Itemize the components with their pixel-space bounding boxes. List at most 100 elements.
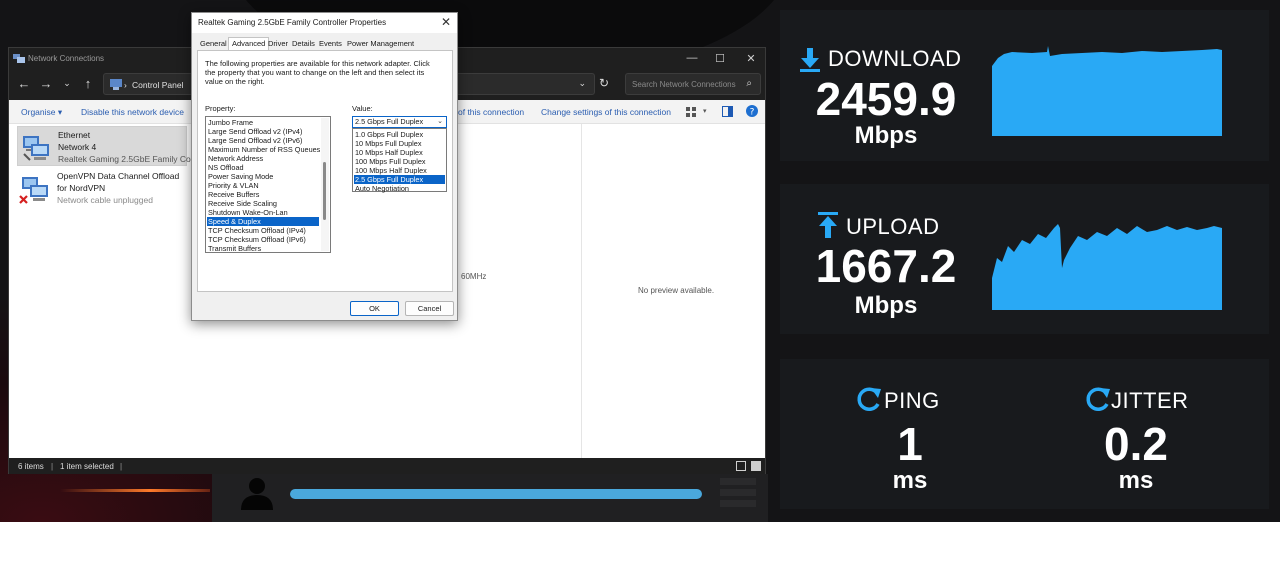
property-option[interactable]: Large Send Offload v2 (IPv6) [207, 136, 319, 145]
advanced-description: The following properties are available f… [205, 59, 430, 86]
value-option[interactable]: 10 Mbps Half Duplex [354, 148, 445, 157]
tab-advanced[interactable]: Advanced [228, 37, 270, 50]
selection-count: 1 item selected [60, 462, 114, 471]
property-label: Property: [205, 104, 236, 113]
search-input[interactable]: Search Network Connections ⌕ [625, 73, 761, 95]
organise-button[interactable]: Organise ▾ [21, 107, 62, 118]
dialog-title: Realtek Gaming 2.5GbE Family Controller … [198, 18, 387, 27]
value-label: Value: [352, 104, 373, 113]
breadcrumb-separator: › [124, 80, 127, 90]
property-option[interactable]: Maximum Number of RSS Queues [207, 145, 320, 154]
property-option[interactable]: Shutdown Wake-On-Lan [207, 208, 319, 217]
close-button[interactable]: ✕ [741, 52, 761, 65]
jitter-unit: ms [1118, 467, 1154, 494]
ping-unit: ms [892, 467, 928, 494]
status-mini-box [720, 478, 756, 485]
property-option[interactable]: Network Address [207, 154, 319, 163]
breadcrumb-control-panel[interactable]: Control Panel [132, 80, 184, 90]
jitter-refresh-icon [1086, 387, 1110, 411]
download-arrow-icon [800, 48, 820, 72]
connection-network: Network 4 [58, 142, 97, 152]
jitter-label: JITTER [1111, 388, 1189, 413]
tab-details[interactable]: Details [292, 39, 315, 48]
refresh-icon[interactable]: ↻ [599, 76, 609, 90]
vpn-adapter-icon [19, 177, 48, 204]
adapter-properties-dialog: Realtek Gaming 2.5GbE Family Controller … [191, 12, 458, 321]
property-option[interactable]: TCP Checksum Offload (IPv6) [207, 235, 319, 244]
ok-button[interactable]: OK [350, 301, 399, 316]
svg-text:?: ? [750, 108, 755, 118]
value-option-highlighted[interactable]: 2.5 Gbps Full Duplex [354, 175, 445, 184]
property-option[interactable]: Large Send Offload v2 (IPv4) [207, 127, 319, 136]
tab-driver[interactable]: Driver [268, 39, 288, 48]
value-option[interactable]: 100 Mbps Full Duplex [354, 157, 445, 166]
download-label: DOWNLOAD [828, 46, 962, 71]
value-dropdown-selected: 2.5 Gbps Full Duplex [355, 117, 424, 126]
ping-refresh-icon [857, 387, 881, 411]
upload-label: UPLOAD [846, 214, 940, 239]
back-arrow-icon[interactable]: ← [15, 76, 33, 91]
maximize-button[interactable]: ☐ [710, 52, 730, 65]
property-option[interactable]: Receive Buffers [207, 190, 319, 199]
property-option[interactable]: NS Offload [207, 163, 319, 172]
dialog-close-icon[interactable]: ✕ [441, 15, 451, 29]
connection-name: Ethernet [58, 130, 91, 140]
property-option[interactable]: Power Saving Mode [207, 172, 319, 181]
value-dropdown[interactable]: 2.5 Gbps Full Duplex ⌄ [352, 116, 447, 128]
download-unit: Mbps [854, 122, 918, 149]
connection-name: OpenVPN Data Channel Offload [57, 171, 180, 181]
chevron-down-icon: ⌄ [437, 118, 443, 125]
upload-unit: Mbps [854, 292, 918, 319]
property-option[interactable]: TCP Checksum Offload (IPv4) [207, 226, 319, 235]
status-divider: | [120, 462, 123, 471]
list-item-openvpn[interactable]: OpenVPN Data Channel Offload for NordVPN… [17, 168, 187, 208]
property-option[interactable]: Receive Side Scaling [207, 199, 319, 208]
dialog-tabs: General Advanced Driver Details Events P… [197, 37, 452, 50]
help-icon[interactable]: ? [746, 105, 758, 117]
value-option[interactable]: 1.0 Gbps Full Duplex [354, 130, 445, 139]
download-value: 2459.9 [815, 73, 957, 125]
property-scrollbar-thumb[interactable] [323, 162, 326, 220]
test-progress-fill [290, 489, 702, 499]
connection-status-button[interactable]: of this connection [458, 107, 524, 117]
explorer-status-bar: 6 items | 1 item selected | [9, 458, 765, 474]
download-card: DOWNLOAD 2459.9 Mbps [780, 10, 1269, 161]
cancel-button[interactable]: Cancel [405, 301, 454, 316]
tab-power-management[interactable]: Power Management [347, 39, 414, 48]
test-progress-bar [290, 489, 702, 499]
tab-general[interactable]: General [200, 39, 227, 48]
property-listbox[interactable]: Jumbo Frame Large Send Offload v2 (IPv4)… [205, 116, 331, 253]
large-icons-view-icon[interactable] [751, 461, 761, 471]
disable-device-button[interactable]: Disable this network device [81, 107, 184, 117]
property-option[interactable]: Jumbo Frame [207, 118, 319, 127]
dialog-titlebar[interactable]: Realtek Gaming 2.5GbE Family Controller … [192, 13, 457, 33]
list-item-ethernet[interactable]: Ethernet Network 4 Realtek Gaming 2.5GbE… [17, 126, 198, 166]
partial-detail-text: 60MHz [461, 272, 487, 281]
recent-chevron-icon[interactable]: ⌄ [58, 78, 76, 89]
ping-value: 1 [897, 418, 923, 470]
value-option[interactable]: 10 Mbps Full Duplex [354, 139, 445, 148]
search-placeholder: Search Network Connections [632, 80, 736, 89]
value-option[interactable]: 100 Mbps Half Duplex [354, 166, 445, 175]
value-option[interactable]: Auto Negotiation [354, 184, 445, 193]
property-scrollbar[interactable] [321, 118, 329, 251]
value-dropdown-list: 1.0 Gbps Full Duplex 10 Mbps Full Duplex… [352, 128, 447, 193]
view-dropdown-icon[interactable]: ▾ [703, 107, 707, 115]
forward-arrow-icon[interactable]: → [37, 76, 55, 91]
tab-events[interactable]: Events [319, 39, 342, 48]
minimize-button[interactable]: — [682, 52, 702, 64]
up-arrow-icon[interactable]: ↑ [79, 76, 97, 91]
preview-message: No preview available. [638, 286, 715, 295]
preview-pane-icon[interactable] [722, 106, 733, 117]
connection-adapter: Realtek Gaming 2.5GbE Family Co... [58, 154, 198, 164]
details-view-icon[interactable] [736, 461, 746, 471]
advanced-tab-panel: The following properties are available f… [197, 50, 453, 292]
change-settings-button[interactable]: Change settings of this connection [541, 107, 671, 117]
property-option[interactable]: Transmit Buffers [207, 244, 319, 252]
property-option-selected[interactable]: Speed & Duplex [207, 217, 319, 226]
property-option[interactable]: Priority & VLAN [207, 181, 319, 190]
view-options-icon[interactable] [686, 107, 696, 117]
address-dropdown-icon[interactable]: ⌄ [578, 78, 586, 89]
upload-card: UPLOAD 1667.2 Mbps [780, 184, 1269, 334]
ping-label: PING [884, 388, 940, 413]
